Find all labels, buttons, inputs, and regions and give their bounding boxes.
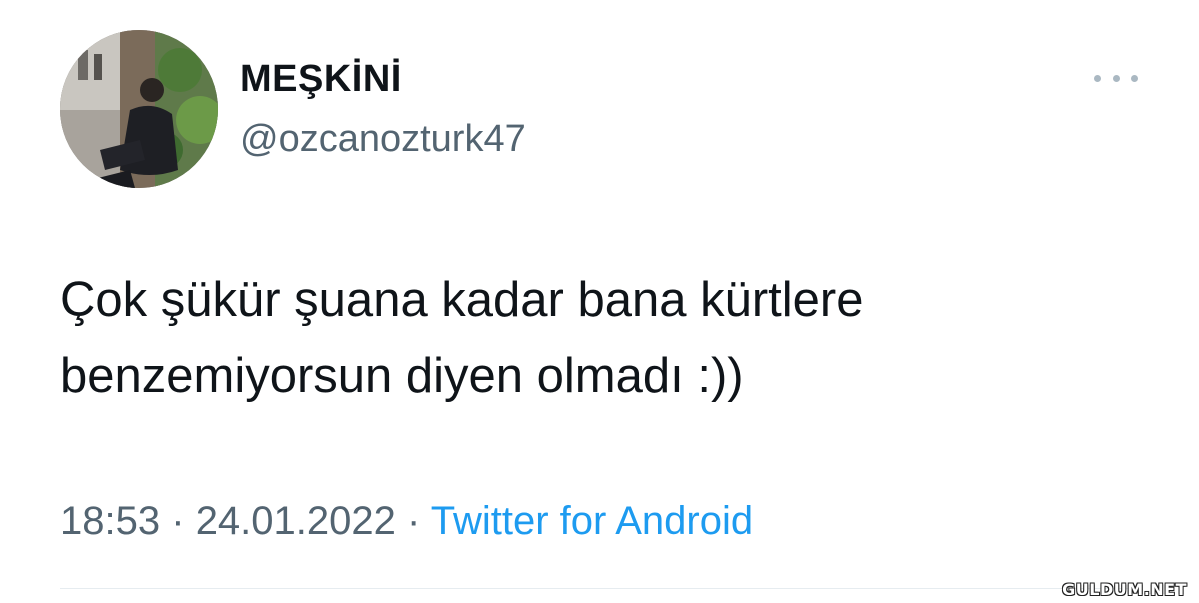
more-options-icon[interactable] [1094, 66, 1138, 90]
site-watermark: GULDUM.NET [1062, 580, 1187, 599]
tweet-text-line: benzemiyorsun diyen olmadı :)) [60, 349, 744, 403]
tweet-card: MEŞKİNİ @ozcanozturk47 Çok şükür şuana k… [0, 0, 1199, 603]
tweet-metadata: 18:53 · 24.01.2022 · Twitter for Android [60, 499, 753, 544]
tweet-text-line: Çok şükür şuana kadar bana kürtlere [60, 273, 864, 327]
tweet-time[interactable]: 18:53 [60, 499, 160, 543]
author-display-name[interactable]: MEŞKİNİ [240, 58, 402, 101]
author-handle[interactable]: @ozcanozturk47 [240, 118, 526, 161]
author-avatar[interactable] [60, 30, 218, 188]
divider [60, 588, 1140, 589]
avatar-photo [60, 30, 218, 188]
more-dot [1112, 74, 1120, 82]
more-dot [1094, 74, 1101, 82]
tweet-date[interactable]: 24.01.2022 [196, 499, 396, 543]
meta-separator: · [171, 499, 185, 543]
meta-separator: · [407, 499, 421, 543]
tweet-text: Çok şükür şuana kadar bana kürtlere benz… [60, 262, 1140, 414]
more-dot [1131, 74, 1138, 82]
tweet-source-link[interactable]: Twitter for Android [431, 499, 753, 543]
